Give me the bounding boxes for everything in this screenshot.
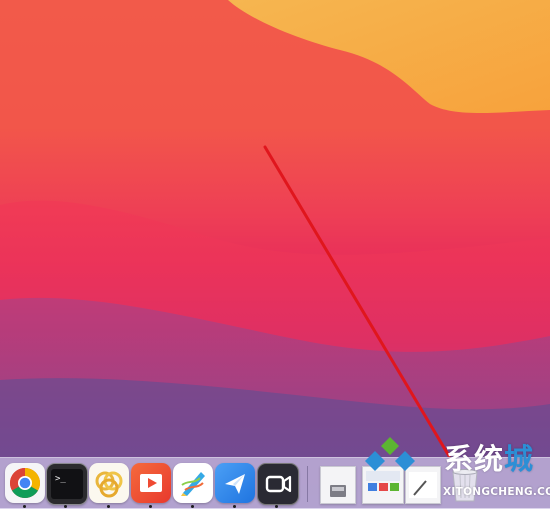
watermark-title: 系统城 bbox=[444, 436, 534, 478]
paper-plane-icon bbox=[225, 474, 245, 494]
svg-text:>_: >_ bbox=[55, 474, 66, 484]
pencil-icon bbox=[181, 472, 205, 496]
chrome-icon bbox=[9, 468, 41, 499]
feishu-app[interactable] bbox=[215, 463, 255, 503]
slides-app[interactable] bbox=[131, 463, 171, 503]
watermark-title-white: 系统 bbox=[444, 442, 505, 476]
pencil-app[interactable] bbox=[173, 463, 213, 503]
facetime-app[interactable] bbox=[257, 463, 299, 505]
play-slides-icon bbox=[140, 474, 162, 492]
terminal-app[interactable]: >_ bbox=[46, 463, 88, 505]
camera-icon bbox=[265, 475, 292, 493]
document-stack[interactable] bbox=[320, 466, 356, 504]
terminal-icon: >_ bbox=[51, 469, 83, 499]
chrome-app[interactable] bbox=[5, 463, 45, 503]
dock-separator bbox=[307, 466, 308, 502]
watermark-subtitle: XITONGCHENG.COM bbox=[443, 486, 550, 498]
watermark-diamond-icon bbox=[365, 437, 415, 471]
watermark-title-blue: 城 bbox=[504, 442, 535, 476]
loop-app[interactable] bbox=[89, 463, 129, 503]
annotation-line bbox=[263, 145, 451, 458]
document-icon bbox=[330, 485, 346, 497]
loop-rings-icon bbox=[95, 471, 123, 498]
annotation-arrow bbox=[263, 145, 451, 458]
